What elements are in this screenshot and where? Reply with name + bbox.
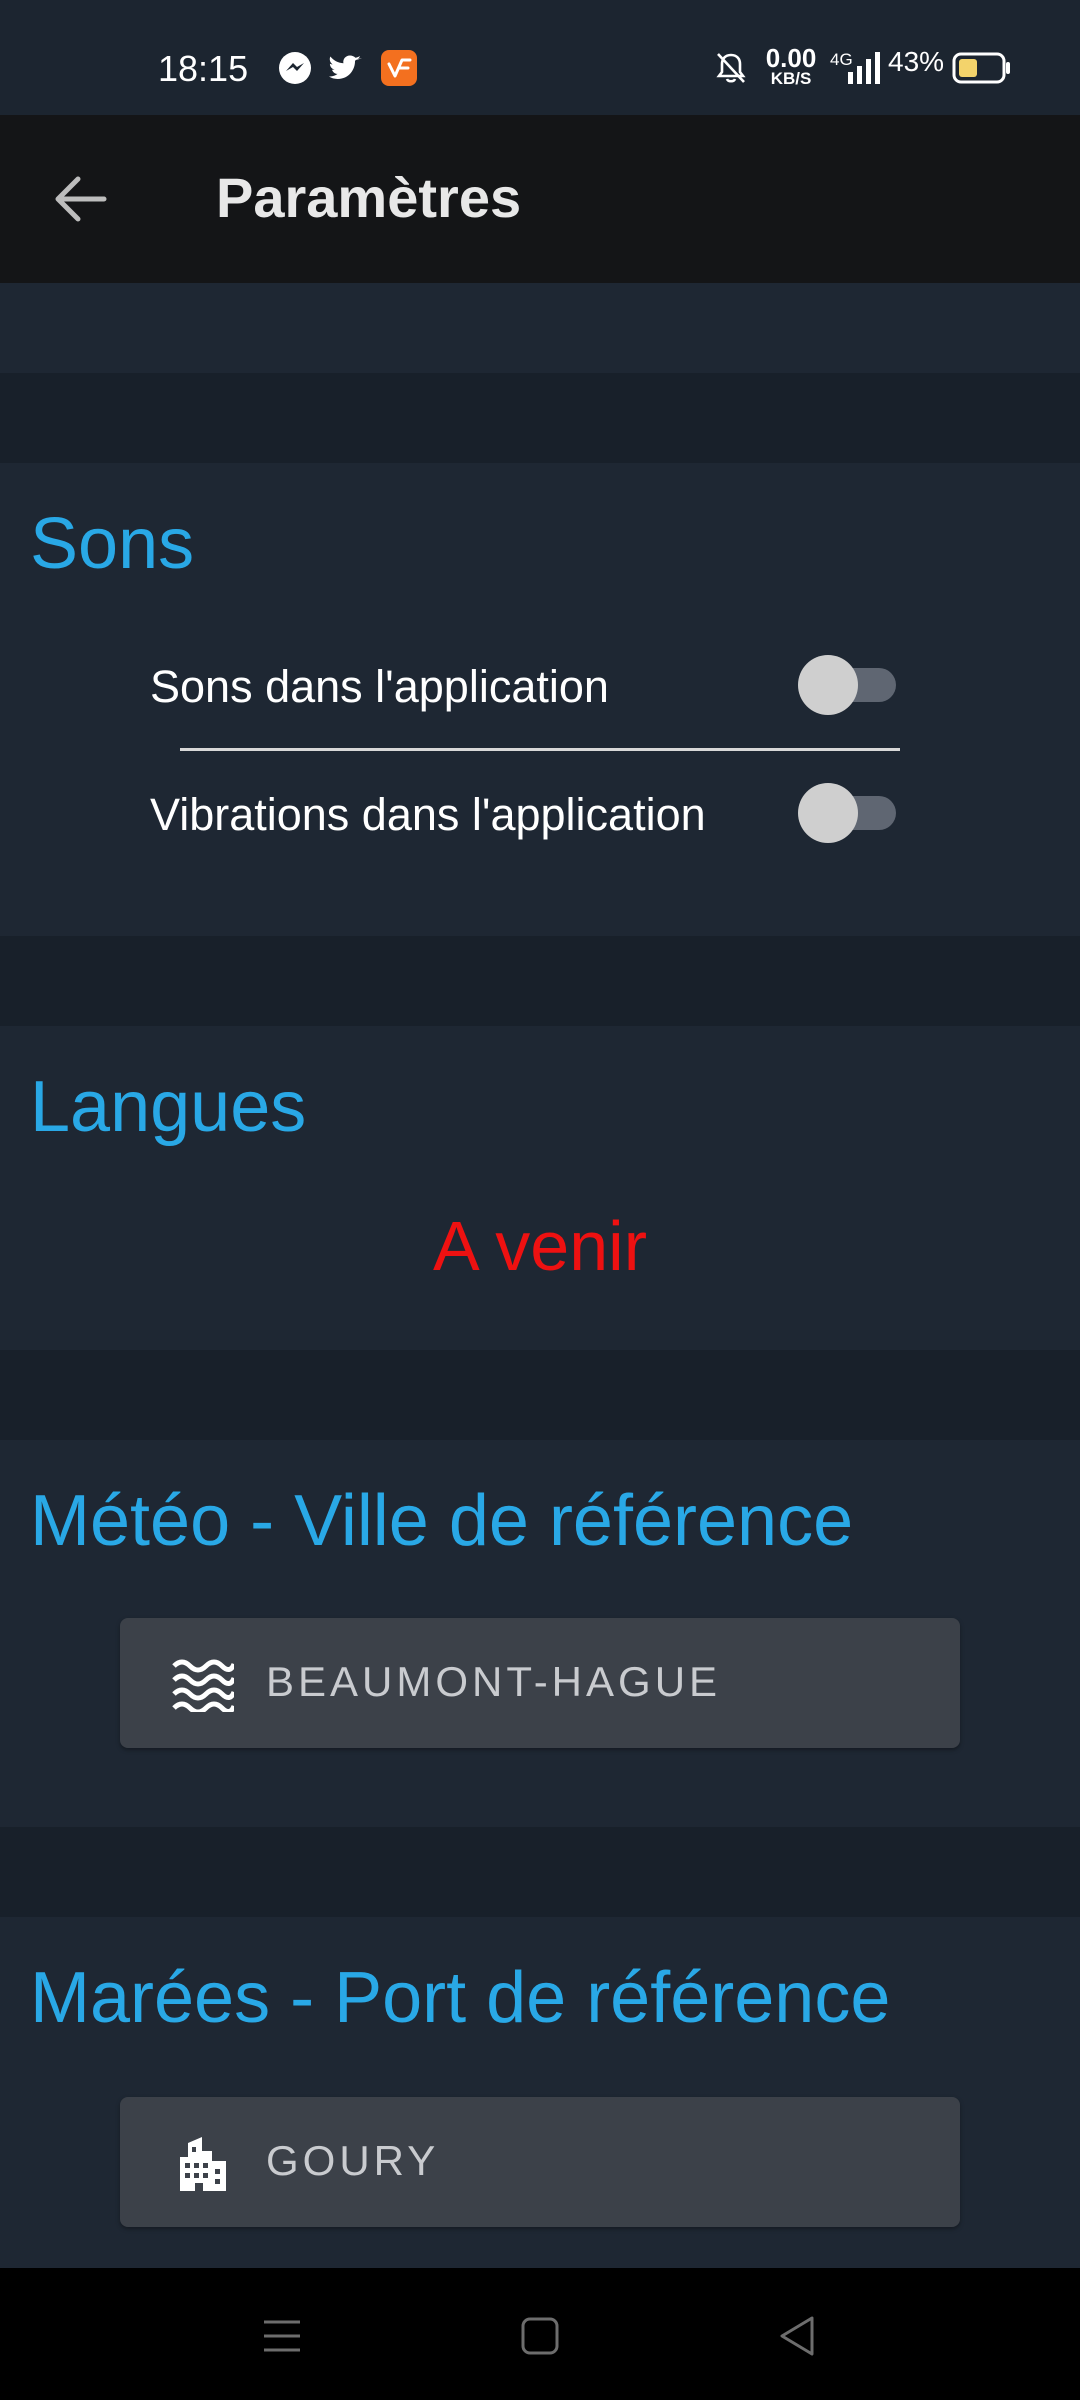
waves-icon [172,1659,234,1712]
messenger-icon [279,52,311,84]
battery-percent: 43% [888,46,945,77]
data-rate-value: 0.00 [765,43,817,73]
section-divider [0,373,1080,463]
section-title-languages: Langues [30,1067,307,1147]
battery-icon [952,52,1010,84]
section-weather: Météo - Ville de référence BEAUMONT-HAGU… [0,1440,1080,1827]
section-title-sounds: Sons [30,504,195,584]
toggle-app-vibrations[interactable] [798,783,898,843]
status-time: 18:15 [158,48,249,89]
section-languages: Langues A venir [0,1026,1080,1350]
weather-city-value: BEAUMONT-HAGUE [266,1658,722,1705]
signal-icon [848,52,880,84]
section-title-tides: Marées - Port de référence [30,1958,891,2038]
app-orange-icon [381,50,417,86]
arrow-left-icon[interactable] [52,173,110,225]
back-icon[interactable] [774,2312,822,2360]
coming-soon-message: A venir [433,1207,647,1285]
building-icon [180,2137,226,2191]
twitter-icon [328,55,362,79]
setting-label-app-sounds: Sons dans l'application [150,661,609,712]
data-rate: 0.00 KB/S [756,43,826,88]
top-spacer [0,283,1080,373]
status-bar: 18:15 0.00 KB/S 4G 43% [0,0,1080,115]
toggle-thumb [798,655,858,715]
toggle-thumb [798,783,858,843]
menu-icon[interactable] [258,2312,306,2360]
app-bar: Paramètres [0,115,1080,283]
home-icon[interactable] [516,2312,564,2360]
weather-city-picker[interactable]: BEAUMONT-HAGUE [120,1618,960,1748]
toggle-app-sounds[interactable] [798,655,898,715]
bell-off-icon [716,53,746,83]
tides-port-picker[interactable]: GOURY [120,2097,960,2227]
section-divider [0,1350,1080,1440]
section-tides: Marées - Port de référence GOURY [0,1917,1080,2268]
page-title: Paramètres [216,166,522,229]
settings-divider [180,748,900,751]
section-divider [0,936,1080,1026]
section-sounds: Sons Sons dans l'application Vibrations … [0,463,1080,936]
section-divider [0,1827,1080,1917]
section-title-weather: Météo - Ville de référence [30,1481,854,1561]
tides-port-value: GOURY [266,2137,440,2184]
setting-label-app-vibrations: Vibrations dans l'application [150,789,706,840]
navigation-bar [0,2268,1080,2400]
